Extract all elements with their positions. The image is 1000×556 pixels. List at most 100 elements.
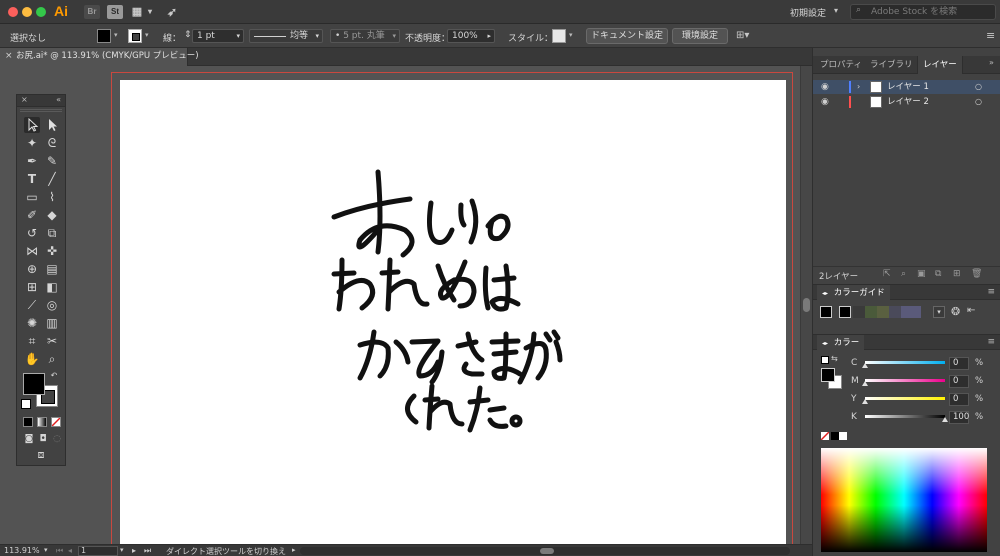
gradient-tool-icon[interactable]: ◧ (44, 279, 60, 295)
tools-panel-header[interactable]: × « (17, 95, 65, 107)
shape-builder-tool-icon[interactable]: ⊕ (24, 261, 40, 277)
save-swatches-icon[interactable]: ⇤ (967, 305, 975, 316)
rotate-tool-icon[interactable]: ↺ (24, 225, 40, 241)
window-maximize-button[interactable] (36, 7, 46, 17)
panel-collapse-icon[interactable]: ◂▸ (822, 290, 828, 297)
artboard-number-field[interactable]: 1 (78, 546, 118, 556)
guide-swatch[interactable] (889, 306, 901, 318)
none-swatch[interactable] (821, 432, 829, 440)
gradient-mode-icon[interactable] (37, 417, 47, 427)
channel-value-field[interactable]: 0 (949, 393, 969, 406)
previous-artboard-icon[interactable]: ◂ (68, 546, 72, 555)
curvature-tool-icon[interactable]: ✎ (44, 153, 60, 169)
fill-color-box[interactable] (23, 373, 45, 395)
collapse-icon[interactable]: » (989, 58, 994, 67)
chevron-right-icon[interactable]: › (857, 80, 860, 94)
bridge-icon[interactable]: Br (84, 5, 100, 19)
stock-icon[interactable]: St (107, 5, 123, 19)
slider-thumb[interactable] (862, 363, 868, 368)
slider-track[interactable] (865, 415, 945, 418)
brush-definition-select[interactable]: • 5 pt. 丸筆 ▾ (330, 29, 400, 43)
hamburger-menu-icon[interactable]: ≡ (987, 287, 995, 297)
graphic-style-swatch[interactable] (552, 29, 566, 43)
locate-object-icon[interactable]: ⌕ (901, 269, 906, 279)
shaper-tool-icon[interactable]: ✐ (24, 207, 40, 223)
close-icon[interactable]: × (21, 95, 28, 104)
color-guide-panel-header[interactable]: ◂▸ カラーガイド ≡ (813, 284, 1000, 302)
panel-collapse-icon[interactable]: ◂▸ (822, 340, 828, 347)
arrange-documents-icon[interactable]: ▦ (130, 6, 144, 18)
direct-selection-tool-icon[interactable] (44, 117, 60, 133)
symbol-sprayer-tool-icon[interactable]: ✺ (24, 315, 40, 331)
eyedropper-tool-icon[interactable]: ⟋ (24, 297, 40, 313)
stroke-weight-field[interactable]: 1 pt ▾ (192, 29, 244, 43)
close-icon[interactable]: × (5, 48, 13, 65)
slider-track[interactable] (865, 361, 945, 364)
chevron-down-icon[interactable]: ▾ (933, 306, 945, 318)
tab-layers[interactable]: レイヤー (917, 56, 963, 74)
zoom-level[interactable]: 113.91% (4, 546, 40, 555)
eye-icon[interactable]: ◉ (821, 80, 829, 94)
arrange-icon[interactable]: ⊞▾ (736, 30, 749, 41)
guide-swatch[interactable] (877, 306, 889, 318)
perspective-grid-tool-icon[interactable]: ▤ (44, 261, 60, 277)
artboard[interactable] (120, 80, 786, 550)
slider-thumb[interactable] (942, 417, 948, 422)
new-sublayer-icon[interactable]: ⧉ (935, 269, 941, 279)
fill-color-box[interactable] (821, 368, 835, 382)
chevron-down-icon[interactable]: ▾ (145, 31, 149, 39)
channel-value-field[interactable]: 100 (949, 411, 969, 424)
export-icon[interactable]: ⇱ (883, 269, 891, 279)
swap-colors-icon[interactable]: ↶ (49, 371, 59, 381)
chevron-down-icon[interactable]: ▾ (236, 30, 240, 42)
color-mode-icon[interactable] (23, 417, 33, 427)
window-minimize-button[interactable] (22, 7, 32, 17)
slider-thumb[interactable] (862, 399, 868, 404)
fill-color-swatch[interactable] (97, 29, 111, 43)
slider-track[interactable] (865, 397, 945, 400)
hand-tool-icon[interactable]: ✋ (24, 351, 40, 367)
black-swatch[interactable] (831, 432, 839, 440)
guide-swatch[interactable] (901, 306, 921, 318)
white-swatch[interactable] (839, 432, 847, 440)
preferences-button[interactable]: 環境設定 (672, 28, 728, 44)
window-close-button[interactable] (8, 7, 18, 17)
canvas-workspace[interactable] (0, 66, 812, 552)
panel-grip[interactable] (20, 109, 62, 112)
artboard-tool-icon[interactable]: ⌗ (24, 333, 40, 349)
pen-tool-icon[interactable]: ✒ (24, 153, 40, 169)
chevron-down-icon[interactable]: ▾ (146, 6, 154, 18)
line-segment-tool-icon[interactable]: ╱ (44, 171, 60, 187)
eraser-tool-icon[interactable]: ◆ (44, 207, 60, 223)
selection-tool-icon[interactable] (24, 117, 40, 133)
chevron-right-icon[interactable]: ▸ (487, 30, 491, 42)
screen-mode-icon[interactable]: ⧈ (33, 447, 49, 463)
yellow-slider[interactable]: Y 0 % (813, 392, 1000, 408)
stroke-color-swatch[interactable] (128, 29, 142, 43)
eye-icon[interactable]: ◉ (821, 95, 829, 109)
zoom-tool-icon[interactable]: ⌕ (44, 351, 60, 367)
stepper-icon[interactable]: ⇕ (184, 30, 192, 40)
guide-swatch[interactable] (853, 306, 865, 318)
rectangle-tool-icon[interactable]: ▭ (24, 189, 40, 205)
default-colors-icon[interactable] (21, 399, 31, 409)
chevron-down-icon[interactable]: ▾ (120, 546, 124, 554)
last-artboard-icon[interactable]: ⏭ (144, 546, 151, 556)
hamburger-menu-icon[interactable]: ≡ (987, 337, 995, 347)
trash-icon[interactable]: 🗑 (971, 269, 982, 279)
chevron-down-icon[interactable]: ▾ (315, 30, 319, 42)
next-artboard-icon[interactable]: ▸ (132, 546, 136, 555)
opacity-field[interactable]: 100% ▸ (447, 29, 495, 43)
chevron-down-icon[interactable]: ▾ (569, 31, 573, 39)
hamburger-menu-icon[interactable]: ≡ (986, 29, 995, 42)
cyan-slider[interactable]: C 0 % (813, 356, 1000, 372)
color-spectrum[interactable] (821, 448, 987, 552)
first-artboard-icon[interactable]: ⏮ (56, 546, 63, 556)
none-mode-icon[interactable] (51, 417, 61, 427)
color-panel-header[interactable]: ◂▸ カラー ≡ (813, 334, 1000, 352)
document-setup-button[interactable]: ドキュメント設定 (586, 28, 668, 44)
scrollbar-thumb[interactable] (540, 548, 554, 554)
layer-row[interactable]: ◉ レイヤー 2 ○ (813, 95, 1000, 109)
chevron-down-icon[interactable]: ▾ (392, 30, 396, 42)
color-wheel-icon[interactable]: ❂ (951, 305, 960, 318)
